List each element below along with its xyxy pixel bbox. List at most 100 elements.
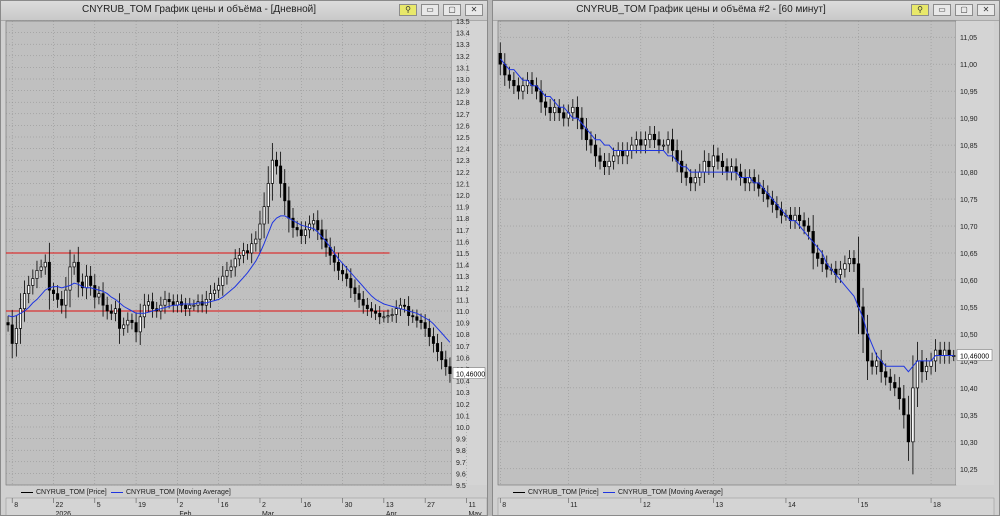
x-tick-sublabel: Mar <box>262 511 275 515</box>
candle-down <box>353 287 357 294</box>
candle-down <box>516 85 521 92</box>
y-tick-label: 10.1 <box>456 413 470 420</box>
candle-down <box>10 324 14 344</box>
candle-down <box>448 366 452 374</box>
candle-down <box>820 258 824 265</box>
legend-price: CNYRUB_TOM [Price] <box>21 489 107 496</box>
candle-up <box>312 220 316 225</box>
candle-up <box>225 270 229 277</box>
candle-up <box>192 304 196 307</box>
y-tick-label: 12.4 <box>456 147 470 154</box>
candle-up <box>254 238 258 245</box>
x-tick-label: 27 <box>427 502 435 509</box>
y-tick-label: 12.5 <box>456 135 470 142</box>
y-tick-label: 10,40 <box>960 386 978 393</box>
y-tick-label: 12.1 <box>456 181 470 188</box>
candle-up <box>625 150 629 157</box>
y-tick-label: 11.3 <box>456 274 469 281</box>
candle-up <box>258 223 262 240</box>
candle-up <box>14 328 18 344</box>
candle-up <box>221 275 225 286</box>
candle-down <box>171 301 175 306</box>
y-tick-label: 11.2 <box>456 286 469 293</box>
candle-down <box>444 359 448 368</box>
candle-up <box>929 360 933 367</box>
candle-up <box>213 289 217 294</box>
candle-up <box>68 266 72 291</box>
candle-down <box>299 229 303 236</box>
y-tick-label: 11.6 <box>456 239 469 246</box>
y-tick-label: 10,65 <box>960 251 978 258</box>
candle-up <box>303 229 307 236</box>
candle-up <box>911 387 915 443</box>
candle-up <box>634 139 638 146</box>
candle-down <box>498 53 502 65</box>
candle-up <box>64 289 68 306</box>
y-tick-label: 11.4 <box>456 263 469 270</box>
candle-down <box>906 414 910 443</box>
hourly-chart-window[interactable]: CNYRUB_TOM График цены и объёма #2 - [60… <box>492 0 1000 516</box>
candle-up <box>666 139 670 146</box>
legend-moving-average: CNYRUB_TOM [Moving Average] <box>603 489 723 496</box>
x-tick-label: 19 <box>138 502 146 509</box>
candle-down <box>336 261 340 271</box>
candle-down <box>548 106 552 114</box>
candle-down <box>852 258 856 265</box>
y-tick-label: 10,60 <box>960 278 978 285</box>
candle-down <box>870 360 874 367</box>
candle-down <box>89 275 93 286</box>
candle-down <box>60 299 64 306</box>
y-tick-label: 10,70 <box>960 224 978 231</box>
candle-down <box>897 387 901 400</box>
daily-chart-window[interactable]: CNYRUB_TOM График цены и объёма - [Дневн… <box>0 0 488 516</box>
hourly-chart-plot[interactable]: 11,05 11,00 10,95 10,90 10,85 10,80 10,75 10,70… <box>493 1 999 515</box>
candle-down <box>893 382 897 389</box>
y-tick-label: 11.7 <box>456 228 469 235</box>
y-tick-label: 11.0 <box>456 309 469 316</box>
candle-up <box>648 133 652 141</box>
candle-up <box>521 85 525 92</box>
candle-down <box>689 177 693 184</box>
candle-up <box>262 206 266 225</box>
x-tick-sublabel: May <box>468 511 482 515</box>
y-tick-label: 9.9 <box>456 437 466 444</box>
x-tick-label: 13 <box>386 502 394 509</box>
candle-up <box>18 308 22 329</box>
y-tick-label: 12.3 <box>456 158 470 165</box>
candle-up <box>843 263 847 270</box>
candle-up <box>661 144 666 147</box>
y-tick-label: 10,90 <box>960 116 978 123</box>
y-tick-label: 12.9 <box>456 89 470 96</box>
candle-down <box>167 299 171 303</box>
candle-up <box>924 365 929 373</box>
candle-down <box>184 304 188 310</box>
x-tick-label: 11 <box>468 502 475 509</box>
y-tick-label: 10,55 <box>960 305 978 312</box>
candle-down <box>593 144 598 157</box>
candle-down <box>734 166 738 173</box>
candle-up <box>793 214 797 221</box>
legend-price: CNYRUB_TOM [Price] <box>513 489 599 496</box>
candle-up <box>266 183 270 207</box>
candle-down <box>884 371 888 378</box>
candle-up <box>237 254 241 260</box>
daily-chart-plot[interactable]: 13.5 13.4 13.3 13.2 13.1 13.0 12.9 12.8 12.7 12.6… <box>1 1 487 515</box>
candle-down <box>76 261 80 283</box>
x-tick-sublabel: Feb <box>179 511 191 515</box>
candle-up <box>142 304 146 318</box>
candle-down <box>56 293 60 300</box>
candle-up <box>943 349 947 356</box>
candle-down <box>802 220 806 227</box>
candle-up <box>553 106 557 114</box>
candle-up <box>847 258 852 265</box>
time-axis <box>5 497 487 515</box>
candle-down <box>938 349 942 356</box>
candle-down <box>332 254 336 263</box>
y-tick-label: 13.2 <box>456 54 470 61</box>
candle-down <box>52 289 55 294</box>
candle-down <box>544 101 548 108</box>
candle-down <box>920 360 924 373</box>
x-tick-label: 22 <box>55 502 63 509</box>
candle-up <box>217 285 221 291</box>
candle-up <box>208 293 212 300</box>
